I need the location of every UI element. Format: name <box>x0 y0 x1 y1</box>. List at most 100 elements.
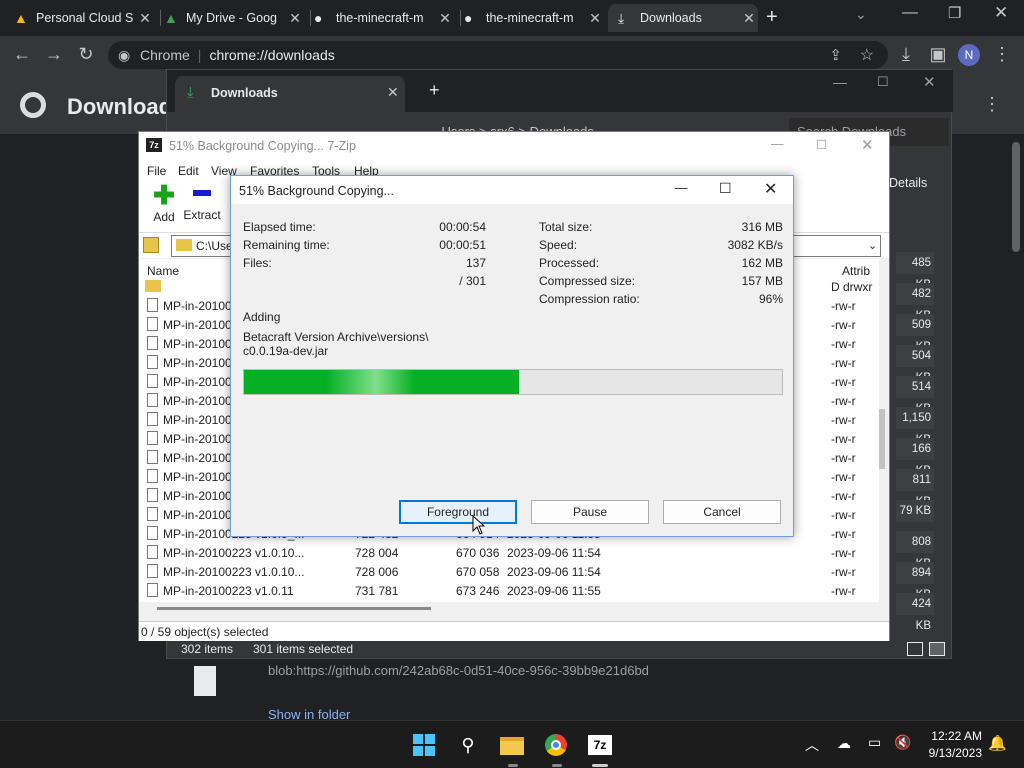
column-name[interactable]: Name <box>147 264 179 278</box>
close-icon[interactable]: ✕ <box>586 10 604 27</box>
scroll-thumb[interactable] <box>157 607 431 610</box>
cell-attrib: -rw-r <box>831 451 856 465</box>
stat-label: Compression ratio: <box>539 292 640 306</box>
notification-bell-icon[interactable]: 🔔 <box>988 734 1007 752</box>
menu-edit[interactable]: Edit <box>178 164 199 178</box>
minimize-icon[interactable]: — <box>771 137 784 151</box>
cell-packed: 670 036 <box>456 546 500 560</box>
minimize-icon[interactable]: — <box>675 181 688 195</box>
file-size-label: 485 KB <box>896 252 934 291</box>
cancel-button[interactable]: Cancel <box>663 500 781 524</box>
menu-kebab-icon[interactable]: ⋮ <box>990 44 1014 65</box>
tiles-view-icon[interactable] <box>929 642 945 656</box>
details-view-icon[interactable] <box>907 642 923 656</box>
stat-label: Compressed size: <box>539 274 636 288</box>
chevron-up-icon[interactable]: ︿ <box>805 735 819 755</box>
chrome-icon[interactable] <box>540 729 572 761</box>
maximize-icon[interactable]: ☐ <box>816 137 827 152</box>
details-button[interactable]: Details <box>889 176 927 190</box>
second-window-tabs: ⤓ Downloads ✕ + — ☐ ✕ <box>167 70 953 112</box>
up-folder-icon[interactable] <box>143 237 159 253</box>
close-icon[interactable]: ✕ <box>387 84 399 101</box>
more-actions-icon[interactable]: ⋮ <box>983 94 1001 115</box>
file-icon <box>147 317 158 331</box>
add-button[interactable]: ✚ Add <box>147 182 181 228</box>
stat-value: 162 MB <box>741 256 783 270</box>
side-panel-icon[interactable]: ▣ <box>926 44 950 65</box>
share-icon[interactable]: ⇪ <box>829 46 842 64</box>
tab-my-drive[interactable]: ▲ My Drive - Goog ✕ <box>164 4 304 32</box>
maximize-icon[interactable]: ☐ <box>719 180 732 197</box>
file-size-label: 79 KB <box>896 500 934 522</box>
close-window-icon[interactable]: ✕ <box>923 73 936 91</box>
download-icon: ⤓ <box>187 84 194 101</box>
stat-label: Speed: <box>539 238 578 252</box>
volume-muted-icon[interactable]: 🔇 <box>894 734 911 751</box>
maximize-icon[interactable]: ☐ <box>877 74 889 90</box>
current-path-line2: c0.0.19a-dev.jar <box>243 344 329 358</box>
running-indicator <box>552 764 562 767</box>
tab-github-2[interactable]: ● the-minecraft-m ✕ <box>464 4 604 32</box>
tab-search-icon[interactable]: ⌄ <box>855 6 867 23</box>
menu-file[interactable]: File <box>147 164 166 178</box>
close-icon[interactable]: ✕ <box>861 136 874 154</box>
tab-separator <box>310 10 311 26</box>
search-icon[interactable]: ⚲ <box>452 729 484 761</box>
close-icon[interactable]: ✕ <box>436 10 454 27</box>
horizontal-scrollbar[interactable] <box>139 602 879 612</box>
file-size-label: 509 KB <box>896 314 934 353</box>
windows-start-icon[interactable] <box>408 729 440 761</box>
profile-avatar[interactable]: N <box>958 44 980 66</box>
vertical-scrollbar[interactable] <box>879 409 885 469</box>
cell-attrib: -rw-r <box>831 508 856 522</box>
table-row[interactable]: MP-in-20100223 v1.0.10... 728 004 670 036 2… <box>139 543 879 562</box>
cell-modified: 2023-09-06 11:54 <box>507 565 601 579</box>
close-icon[interactable]: ✕ <box>286 10 304 27</box>
download-url[interactable]: blob:https://github.com/242ab68c-0d51-40… <box>268 663 649 678</box>
cell-attrib: -rw-r <box>831 299 856 313</box>
table-row[interactable]: MP-in-20100223 v1.0.10... 728 006 670 058 2… <box>139 562 879 581</box>
close-icon[interactable]: ✕ <box>136 10 154 27</box>
back-icon[interactable]: ← <box>10 44 34 65</box>
address-bar[interactable]: ◉ Chrome | chrome://downloads ⇪ ☆ <box>108 41 888 69</box>
page-scrollbar[interactable] <box>1012 142 1020 252</box>
file-icon <box>147 431 158 445</box>
tab-downloads-folder[interactable]: ⤓ Downloads ✕ <box>175 76 405 112</box>
cell-attrib: -rw-r <box>831 413 856 427</box>
file-explorer-icon[interactable] <box>496 729 528 761</box>
chevron-down-icon[interactable]: ⌄ <box>868 239 877 252</box>
new-tab-button[interactable]: + <box>429 80 440 101</box>
column-attrib[interactable]: Attrib <box>842 264 870 278</box>
close-icon[interactable]: ✕ <box>764 179 777 199</box>
stat-value: 00:00:51 <box>439 238 486 252</box>
minimize-icon[interactable]: — <box>902 4 918 22</box>
forward-icon[interactable]: → <box>42 44 66 65</box>
table-row[interactable]: MP-in-20100223 v1.0.11 731 781 673 246 2023… <box>139 581 879 600</box>
cell-attrib: -rw-r <box>831 527 856 541</box>
tab-downloads[interactable]: ⤓ Downloads ✕ <box>608 4 758 32</box>
pause-button[interactable]: Pause <box>531 500 649 524</box>
cell-attrib: -rw-r <box>831 375 856 389</box>
close-window-icon[interactable]: ✕ <box>994 3 1008 23</box>
7zip-icon[interactable]: 7z <box>584 729 616 761</box>
clock-date[interactable]: 9/13/2023 <box>918 746 982 760</box>
close-icon[interactable]: ✕ <box>740 10 758 27</box>
bookmark-star-icon[interactable]: ☆ <box>860 45 874 65</box>
onedrive-icon[interactable]: ☁ <box>837 735 851 752</box>
file-icon <box>147 298 158 312</box>
new-tab-button[interactable]: + <box>766 6 778 29</box>
foreground-button[interactable]: Foreground <box>399 500 517 524</box>
minimize-icon[interactable]: — <box>833 74 847 90</box>
monitor-icon[interactable]: ▭ <box>868 734 881 751</box>
tab-github-1[interactable]: ● the-minecraft-m ✕ <box>314 4 454 32</box>
tab-personal-cloud[interactable]: ▲ Personal Cloud S ✕ <box>14 4 154 32</box>
clock-time[interactable]: 12:22 AM <box>918 729 982 743</box>
stat-value: 157 MB <box>741 274 783 288</box>
stat-value: 3082 KB/s <box>727 238 783 252</box>
extract-button[interactable]: Extract <box>183 184 221 228</box>
downloads-toolbar-icon[interactable]: ⤓ <box>894 44 918 65</box>
restore-icon[interactable]: ❐ <box>948 4 961 22</box>
reload-icon[interactable]: ↻ <box>74 44 98 65</box>
cell-packed: 673 246 <box>456 584 500 598</box>
cell-attrib: -rw-r <box>831 546 856 560</box>
